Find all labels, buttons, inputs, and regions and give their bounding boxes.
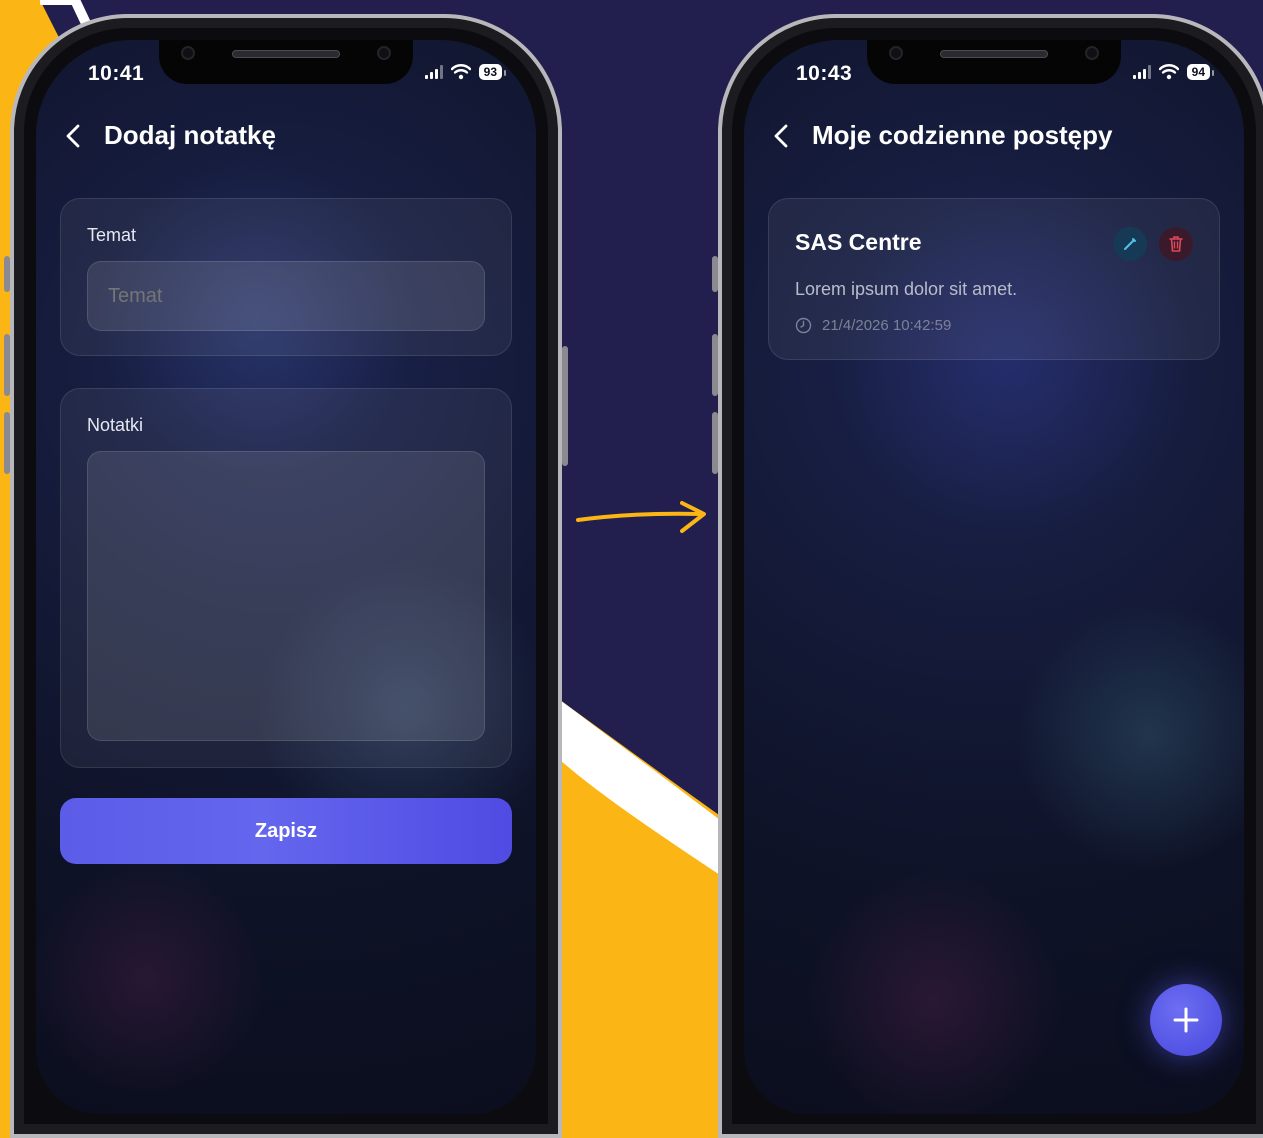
clock-icon xyxy=(795,317,812,334)
note-timestamp-row: 21/4/2026 10:42:59 xyxy=(795,317,951,334)
page-title: Dodaj notatkę xyxy=(104,120,276,150)
subject-input[interactable] xyxy=(87,261,485,331)
daily-progress-screen: 10:43 94 Moje codzienne postępy SAS Cent… xyxy=(744,40,1244,1114)
notes-label: Notatki xyxy=(87,415,144,435)
plus-icon xyxy=(1173,1007,1199,1033)
dynamic-island xyxy=(159,40,413,84)
phone-add-note: 10:41 93 Dodaj notatkę Temat Notatki xyxy=(4,14,568,1138)
phone-side-button xyxy=(712,334,718,396)
phone-side-button xyxy=(562,346,568,466)
transition-arrow xyxy=(576,501,706,533)
wifi-icon xyxy=(1158,64,1179,80)
battery-indicator: 93 xyxy=(478,64,507,80)
sensor-icon xyxy=(1085,46,1099,60)
page-header: Dodaj notatkę xyxy=(64,120,276,151)
add-note-button[interactable] xyxy=(1150,984,1222,1056)
note-body: Lorem ipsum dolor sit amet. xyxy=(795,279,1018,299)
page-header: Moje codzienne postępy xyxy=(772,120,1113,151)
status-time: 10:41 xyxy=(88,62,145,85)
note-list-item[interactable]: SAS Centre Lorem ipsum dolor sit amet. 2… xyxy=(768,198,1220,360)
camera-icon xyxy=(889,46,903,60)
status-icons: 94 xyxy=(1132,64,1215,80)
save-button[interactable]: Zapisz xyxy=(60,798,512,864)
dynamic-island xyxy=(867,40,1121,84)
sensor-icon xyxy=(377,46,391,60)
page-title: Moje codzienne postępy xyxy=(812,120,1113,150)
trash-icon xyxy=(1169,236,1183,252)
status-icons: 93 xyxy=(424,64,507,80)
signal-icon xyxy=(1132,65,1151,79)
subject-card: Temat xyxy=(60,198,512,356)
phone-side-button xyxy=(4,334,10,396)
speaker-grille xyxy=(232,50,340,58)
add-note-screen: 10:41 93 Dodaj notatkę Temat Notatki xyxy=(36,40,536,1114)
chevron-left-icon[interactable] xyxy=(772,123,792,149)
notes-textarea[interactable] xyxy=(87,451,485,741)
battery-indicator: 94 xyxy=(1186,64,1215,80)
pencil-icon xyxy=(1124,238,1136,250)
signal-icon xyxy=(424,65,443,79)
status-time: 10:43 xyxy=(796,62,853,85)
note-title: SAS Centre xyxy=(795,229,922,255)
phone-side-button xyxy=(4,256,10,292)
wifi-icon xyxy=(450,64,471,80)
phone-side-button xyxy=(712,412,718,474)
speaker-grille xyxy=(940,50,1048,58)
camera-icon xyxy=(181,46,195,60)
delete-note-button[interactable] xyxy=(1159,227,1193,261)
phone-daily-progress: 10:43 94 Moje codzienne postępy SAS Cent… xyxy=(712,14,1263,1138)
phone-side-button xyxy=(4,412,10,474)
phone-side-button xyxy=(712,256,718,292)
chevron-left-icon[interactable] xyxy=(64,123,84,149)
edit-note-button[interactable] xyxy=(1113,227,1147,261)
notes-card: Notatki xyxy=(60,388,512,768)
note-timestamp: 21/4/2026 10:42:59 xyxy=(822,317,952,334)
subject-label: Temat xyxy=(87,225,137,245)
